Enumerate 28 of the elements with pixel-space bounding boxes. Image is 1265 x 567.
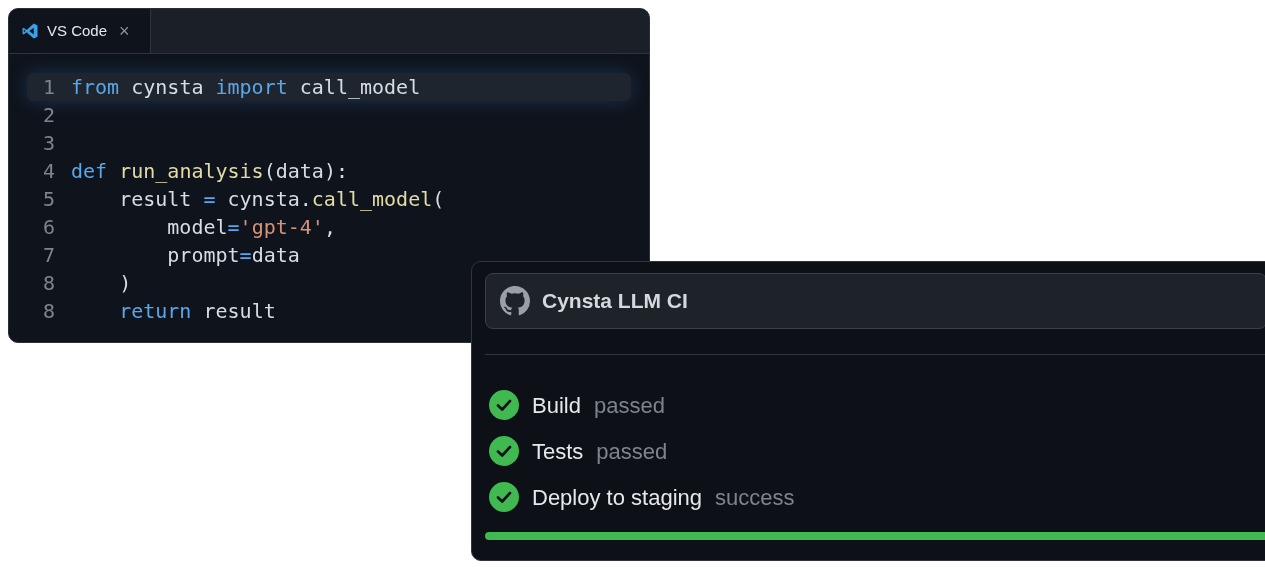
code-line: prompt=data [166, 242, 300, 269]
code-line: result = cynsta.call_model( [118, 186, 445, 213]
line-number: 1 [41, 74, 56, 101]
line-number: 8 [41, 270, 56, 297]
close-icon[interactable]: × [119, 17, 130, 45]
line-number: 6 [41, 214, 56, 241]
line-number: 7 [41, 242, 56, 269]
code-line: model='gpt-4', [166, 214, 336, 241]
step-name: Deploy to staging [532, 483, 702, 512]
github-icon [500, 286, 530, 316]
workflow-title: Cynsta LLM CI [542, 288, 688, 315]
code-line: ) [118, 270, 132, 297]
line-number: 2 [41, 102, 56, 129]
line-number: 3 [41, 130, 56, 157]
step-status: passed [596, 437, 668, 466]
editor-tab[interactable]: VS Code × [9, 9, 151, 53]
step-name: Build [532, 391, 581, 420]
code-line: def run_analysis(data): [71, 158, 348, 185]
line-number: 5 [41, 186, 56, 213]
editor-logo-icon [21, 22, 39, 40]
step-status: passed [593, 391, 665, 420]
line-number: 8 [41, 298, 56, 325]
code-line: from cynsta import call_model [71, 74, 421, 101]
code-line: return result [118, 298, 276, 325]
line-number: 4 [41, 158, 56, 185]
step-status: success [715, 483, 795, 512]
step-name: Tests [532, 437, 584, 466]
tab-label: VS Code [47, 20, 108, 41]
